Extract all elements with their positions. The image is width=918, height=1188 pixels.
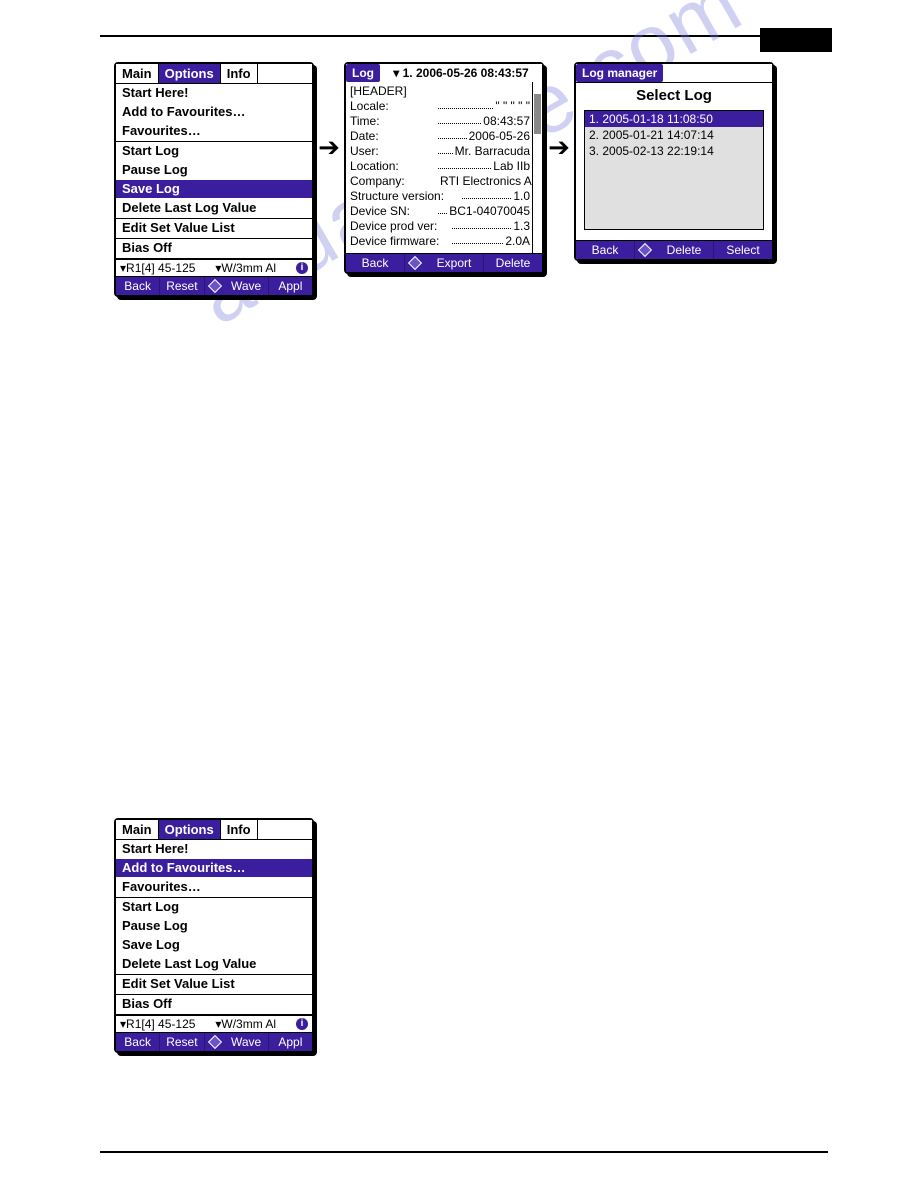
nav-pad-icon[interactable]	[205, 277, 225, 295]
export-button[interactable]: Export	[425, 254, 484, 272]
list-item[interactable]: 3. 2005-02-13 22:19:14	[585, 143, 763, 159]
appl-button[interactable]: Appl	[269, 1033, 312, 1051]
menu-delete-last[interactable]: Delete Last Log Value	[116, 955, 312, 974]
row-date: Date:2006-05-26	[350, 129, 530, 144]
status-right: ▾W/3mm Al	[215, 1017, 276, 1031]
footer-bar: Back Reset Wave Appl	[116, 276, 312, 295]
tab-info[interactable]: Info	[221, 64, 258, 83]
appl-button[interactable]: Appl	[269, 277, 312, 295]
row-sn: Device SN:BC1-04070045	[350, 204, 530, 219]
list-item[interactable]: 2. 2005-01-21 14:07:14	[585, 127, 763, 143]
menu-favourites[interactable]: Favourites…	[116, 878, 312, 897]
row-user: User:Mr. Barracuda	[350, 144, 530, 159]
row-location: Location:Lab IIb	[350, 159, 530, 174]
back-button[interactable]: Back	[346, 254, 405, 272]
arrow-right-icon: ➔	[544, 132, 574, 163]
menu-favourites[interactable]: Favourites…	[116, 122, 312, 141]
header-marker: [HEADER]	[350, 84, 530, 99]
page-corner-block	[760, 28, 832, 52]
back-button[interactable]: Back	[116, 1033, 160, 1051]
scrollbar-thumb[interactable]	[534, 94, 541, 134]
menu-add-favourites[interactable]: Add to Favourites…	[116, 103, 312, 122]
page-rule-top	[100, 35, 828, 37]
tab-main[interactable]: Main	[116, 64, 159, 83]
options-menu: Start Here! Add to Favourites… Favourite…	[116, 84, 312, 259]
header-bar: Log manager	[576, 64, 772, 83]
nav-pad-icon[interactable]	[205, 1033, 225, 1051]
scrollbar[interactable]	[532, 82, 542, 253]
footer-bar: Back Delete Select	[576, 240, 772, 259]
log-list: 1. 2005-01-18 11:08:50 2. 2005-01-21 14:…	[584, 110, 764, 230]
select-log-title: Select Log	[576, 83, 772, 110]
wave-button[interactable]: Wave	[225, 1033, 269, 1051]
tab-options[interactable]: Options	[159, 820, 221, 839]
screens-row-2: Main Options Info Start Here! Add to Fav…	[114, 818, 314, 1053]
tab-options[interactable]: Options	[159, 64, 221, 83]
log-dropdown[interactable]: ▾ 1. 2006-05-26 08:43:57	[380, 64, 542, 82]
wave-button[interactable]: Wave	[225, 277, 269, 295]
screens-row-1: Main Options Info Start Here! Add to Fav…	[114, 62, 774, 297]
select-button[interactable]: Select	[714, 241, 772, 259]
info-icon[interactable]: i	[296, 262, 308, 274]
footer-bar: Back Reset Wave Appl	[116, 1032, 312, 1051]
menu-start-here[interactable]: Start Here!	[116, 840, 312, 859]
info-icon[interactable]: i	[296, 1018, 308, 1030]
menu-start-log[interactable]: Start Log	[116, 141, 312, 161]
logmanager-tag: Log manager	[576, 64, 663, 82]
status-bar: ▾R1[4] 45-125 ▾W/3mm Al i	[116, 1015, 312, 1032]
reset-button[interactable]: Reset	[160, 277, 204, 295]
log-body: [HEADER] Locale:" " " " " Time:08:43:57 …	[346, 82, 542, 253]
row-structver: Structure version:1.0	[350, 189, 530, 204]
nav-pad-icon[interactable]	[635, 241, 655, 259]
delete-button[interactable]: Delete	[484, 254, 542, 272]
device-options-addfav: Main Options Info Start Here! Add to Fav…	[114, 818, 314, 1053]
options-menu: Start Here! Add to Favourites… Favourite…	[116, 840, 312, 1015]
device-options-savelog: Main Options Info Start Here! Add to Fav…	[114, 62, 314, 297]
menu-save-log[interactable]: Save Log	[116, 936, 312, 955]
menu-edit-set-value[interactable]: Edit Set Value List	[116, 974, 312, 994]
page-rule-bottom	[100, 1151, 828, 1153]
menu-bias-off[interactable]: Bias Off	[116, 238, 312, 258]
nav-pad-icon[interactable]	[405, 254, 425, 272]
menu-start-log[interactable]: Start Log	[116, 897, 312, 917]
arrow-right-icon: ➔	[314, 132, 344, 163]
device-log-manager: Log manager Select Log 1. 2005-01-18 11:…	[574, 62, 774, 261]
row-company: Company:RTI Electronics AB	[350, 174, 530, 189]
menu-save-log[interactable]: Save Log	[116, 180, 312, 199]
status-left: ▾R1[4] 45-125	[120, 1017, 195, 1031]
tab-bar: Main Options Info	[116, 64, 312, 84]
menu-add-favourites[interactable]: Add to Favourites…	[116, 859, 312, 878]
menu-pause-log[interactable]: Pause Log	[116, 917, 312, 936]
back-button[interactable]: Back	[576, 241, 635, 259]
delete-button[interactable]: Delete	[655, 241, 714, 259]
reset-button[interactable]: Reset	[160, 1033, 204, 1051]
status-left: ▾R1[4] 45-125	[120, 261, 195, 275]
row-firmware: Device firmware:2.0A	[350, 234, 530, 249]
list-item[interactable]: 1. 2005-01-18 11:08:50	[585, 111, 763, 127]
menu-pause-log[interactable]: Pause Log	[116, 161, 312, 180]
footer-bar: Back Export Delete	[346, 253, 542, 272]
menu-edit-set-value[interactable]: Edit Set Value List	[116, 218, 312, 238]
header-bar: Log ▾ 1. 2006-05-26 08:43:57	[346, 64, 542, 82]
device-log-detail: Log ▾ 1. 2006-05-26 08:43:57 [HEADER] Lo…	[344, 62, 544, 274]
row-time: Time:08:43:57	[350, 114, 530, 129]
tab-bar: Main Options Info	[116, 820, 312, 840]
status-bar: ▾R1[4] 45-125 ▾W/3mm Al i	[116, 259, 312, 276]
row-locale: Locale:" " " " "	[350, 99, 530, 114]
log-tag: Log	[346, 64, 380, 82]
tab-info[interactable]: Info	[221, 820, 258, 839]
menu-start-here[interactable]: Start Here!	[116, 84, 312, 103]
row-prodver: Device prod ver:1.3	[350, 219, 530, 234]
tab-main[interactable]: Main	[116, 820, 159, 839]
status-right: ▾W/3mm Al	[215, 261, 276, 275]
menu-bias-off[interactable]: Bias Off	[116, 994, 312, 1014]
menu-delete-last[interactable]: Delete Last Log Value	[116, 199, 312, 218]
back-button[interactable]: Back	[116, 277, 160, 295]
